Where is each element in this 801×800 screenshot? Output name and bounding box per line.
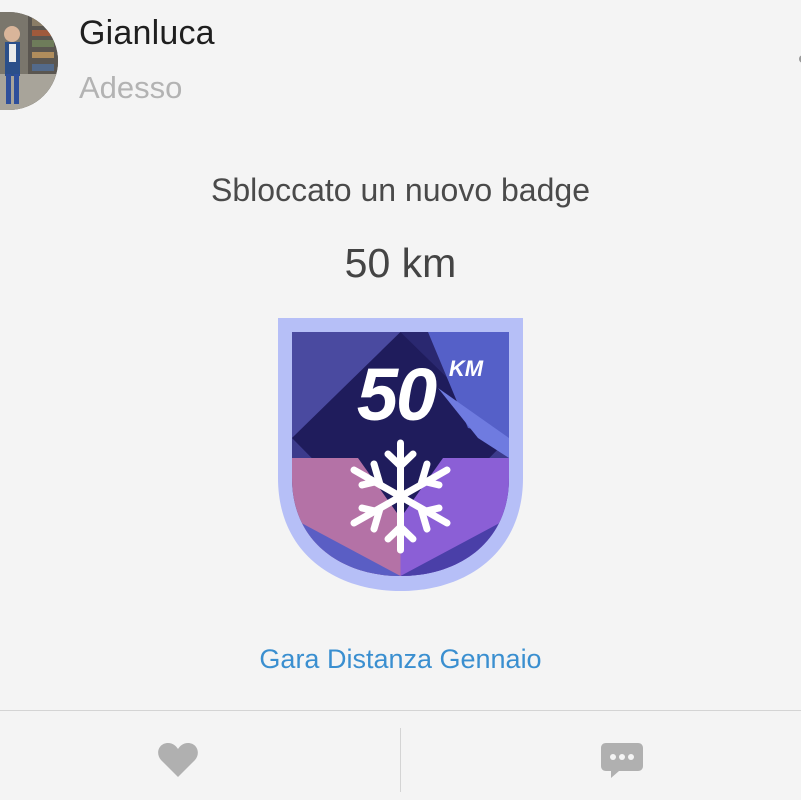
badge-image[interactable]: 50 KM [278, 318, 523, 593]
activity-card: Gianluca Adesso Sbloccato un nuovo badge… [0, 0, 801, 800]
badge-value: 50 km [344, 240, 457, 286]
comment-button[interactable] [401, 711, 801, 800]
badge-shield-icon: 50 KM [278, 318, 523, 591]
badge-unit: KM [449, 356, 484, 381]
speech-bubble-icon [601, 743, 643, 778]
timestamp: Adesso [79, 70, 183, 105]
badge-number: 50 [357, 353, 437, 436]
heart-icon [158, 743, 198, 777]
avatar[interactable] [0, 12, 58, 110]
like-button[interactable] [0, 711, 400, 800]
challenge-link[interactable]: Gara Distanza Gennaio [0, 644, 801, 675]
avatar-photo [0, 12, 58, 110]
headline: Sbloccato un nuovo badge [211, 172, 590, 208]
user-name[interactable]: Gianluca [79, 14, 215, 53]
